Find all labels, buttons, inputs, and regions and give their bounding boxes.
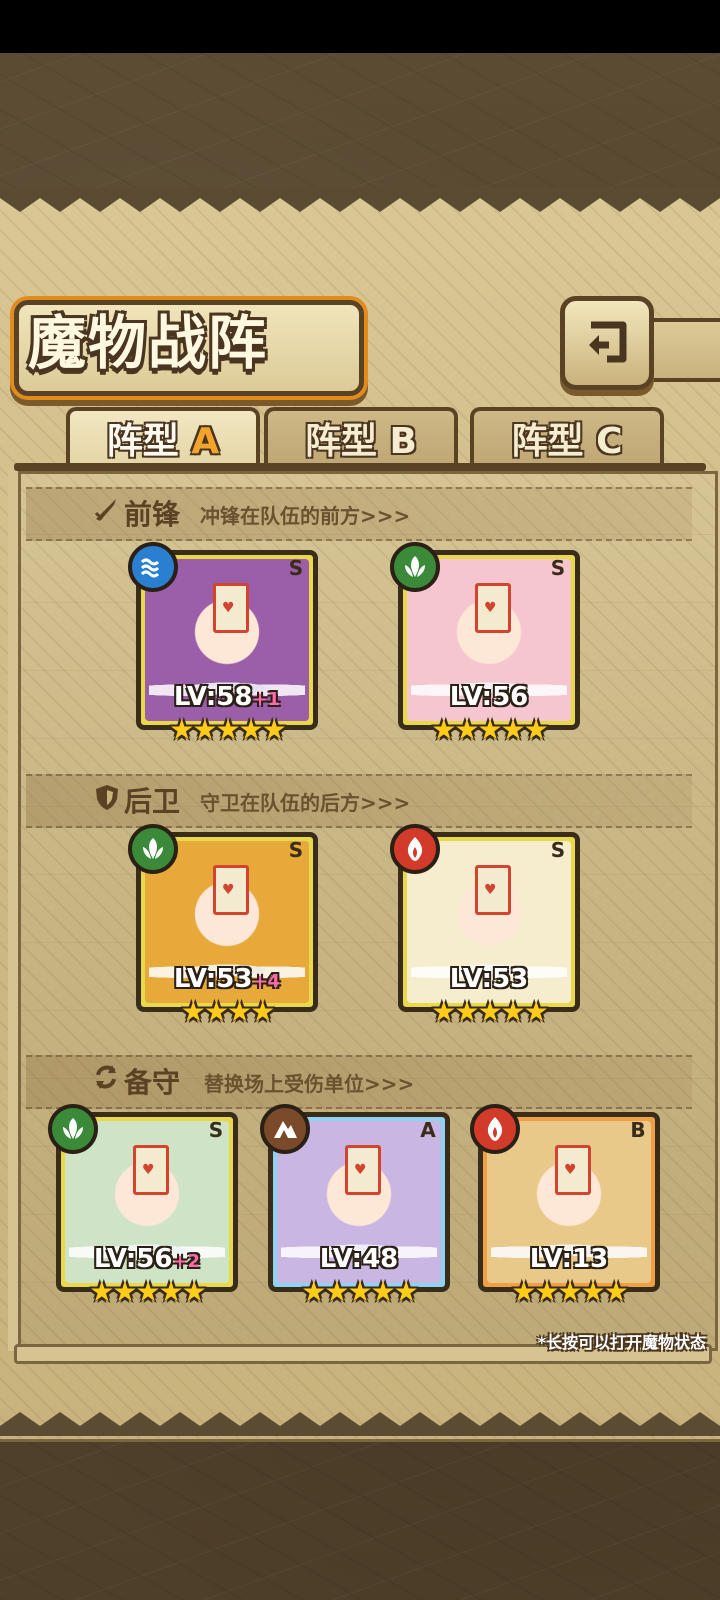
swap-icon <box>96 1065 116 1089</box>
unit-card-back-2[interactable]: S LV:53★★★★★ <box>390 824 580 1026</box>
earth-element-icon <box>260 1104 310 1154</box>
back-button[interactable] <box>560 296 654 390</box>
section-back-title: 后卫 <box>124 785 181 818</box>
talisman-seal <box>475 583 511 633</box>
level-value: LV:56 <box>449 682 529 712</box>
wind-element-icon <box>128 824 178 874</box>
rank-badge: S <box>550 556 566 580</box>
water-element-icon <box>128 542 178 592</box>
unit-level: LV:56+2 <box>56 1244 238 1274</box>
unit-level: LV:53 <box>398 964 580 994</box>
tab-c-letter: C <box>596 421 623 462</box>
level-value: LV:53 <box>173 964 253 994</box>
return-arrow-icon <box>589 321 627 363</box>
rank-badge: S <box>288 838 304 862</box>
unit-card-reserve-1[interactable]: SLV:56+2★★★★★ <box>48 1104 238 1306</box>
unit-level: LV:56 <box>398 682 580 712</box>
section-back-subtitle: 守卫在队伍的后方>>> <box>200 791 411 815</box>
unit-card-front-2[interactable]: S LV:56★★★★★ <box>390 542 580 744</box>
tab-b-letter: B <box>389 421 417 462</box>
unit-level: LV:48 <box>268 1244 450 1274</box>
unit-card-reserve-3[interactable]: B LV:13★★★★★ <box>470 1104 660 1306</box>
talisman-seal <box>133 1145 169 1195</box>
tab-c-label: 阵型 <box>511 421 584 462</box>
page-title: 魔物战阵 <box>28 309 269 377</box>
star-rating: ★★★★★ <box>89 1275 207 1308</box>
talisman-seal <box>555 1145 591 1195</box>
wind-element-icon <box>48 1104 98 1154</box>
long-press-hint: *长按可以打开魔物状态 <box>537 1333 706 1352</box>
level-value: LV:53 <box>449 964 529 994</box>
tab-b-label: 阵型 <box>304 421 377 462</box>
star-rating: ★★★★★ <box>431 713 549 746</box>
torn-edge-top <box>0 188 720 212</box>
wind-element-icon <box>390 542 440 592</box>
talisman-seal <box>475 865 511 915</box>
unit-level: LV:13 <box>478 1244 660 1274</box>
fire-element-icon <box>390 824 440 874</box>
unit-level: LV:58+1 <box>136 682 318 712</box>
tab-a-label: 阵型 <box>106 421 179 462</box>
section-reserve-title: 备守 <box>124 1066 181 1099</box>
star-rating: ★★★★★ <box>511 1275 629 1308</box>
talisman-seal <box>213 865 249 915</box>
star-rating: ★★★★★ <box>431 995 549 1028</box>
torn-edge-bottom <box>0 1412 720 1436</box>
shield-icon <box>96 785 118 810</box>
section-front-title: 前锋 <box>124 498 181 531</box>
rank-badge: S <box>288 556 304 580</box>
unit-level: LV:53+4 <box>136 964 318 994</box>
star-rating: ★★★★★ <box>301 1275 419 1308</box>
tab-a-letter: A <box>191 421 220 462</box>
level-bonus: +1 <box>252 689 281 710</box>
talisman-seal <box>345 1145 381 1195</box>
level-bonus: +4 <box>252 971 281 992</box>
rank-badge: B <box>630 1118 646 1142</box>
star-rating: ★★★★★ <box>169 713 287 746</box>
level-value: LV:56 <box>93 1244 173 1274</box>
unit-card-reserve-2[interactable]: A LV:48★★★★★ <box>260 1104 450 1306</box>
rank-badge: S <box>550 838 566 862</box>
rank-badge: A <box>420 1118 436 1142</box>
level-value: LV:48 <box>319 1244 399 1274</box>
unit-card-front-1[interactable]: SLV:58+1★★★★★ <box>128 542 318 744</box>
level-bonus: +2 <box>172 1251 201 1272</box>
sword-icon <box>94 499 116 521</box>
unit-card-back-1[interactable]: SLV:53+4★★★★ <box>128 824 318 1026</box>
tabs-underline <box>14 463 706 471</box>
section-reserve-subtitle: 替换场上受伤单位>>> <box>204 1072 415 1096</box>
level-value: LV:13 <box>529 1244 609 1274</box>
section-front-subtitle: 冲锋在队伍的前方>>> <box>200 504 411 528</box>
star-rating: ★★★★ <box>180 995 275 1028</box>
rank-badge: S <box>208 1118 224 1142</box>
status-bar <box>0 0 720 53</box>
talisman-seal <box>213 583 249 633</box>
level-value: LV:58 <box>173 682 253 712</box>
fire-element-icon <box>470 1104 520 1154</box>
